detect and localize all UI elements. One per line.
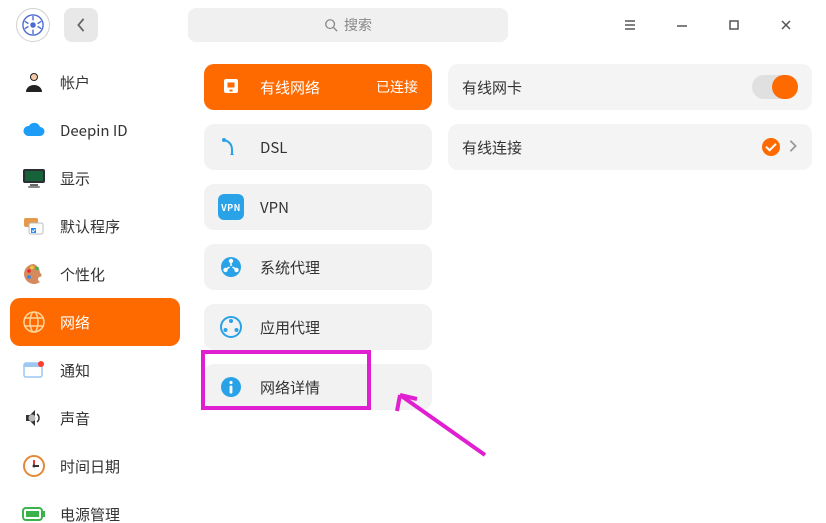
- connection-label: 有线连接: [462, 137, 522, 158]
- search-placeholder: 搜索: [344, 15, 372, 35]
- sidebar-item-label: 个性化: [60, 264, 105, 285]
- clock-icon: [20, 452, 48, 480]
- adapter-row: 有线网卡: [448, 64, 812, 110]
- chevron-right-icon: [788, 137, 798, 158]
- sidebar-item-sound[interactable]: 声音: [10, 394, 180, 442]
- category-panel: 有线网络 已连接 DSL VPN VPN 系统代理 应用代理 网络详情: [190, 50, 440, 523]
- vpn-icon: VPN: [218, 194, 244, 220]
- sidebar-item-power[interactable]: 电源管理: [10, 490, 180, 523]
- dsl-icon: [218, 134, 244, 160]
- category-label: DSL: [260, 137, 287, 158]
- app-logo-icon: [16, 8, 50, 42]
- close-button[interactable]: [774, 13, 798, 37]
- sidebar-item-label: 网络: [60, 312, 90, 333]
- category-dsl[interactable]: DSL: [204, 124, 432, 170]
- app-proxy-icon: [218, 314, 244, 340]
- user-icon: [20, 68, 48, 96]
- display-icon: [20, 164, 48, 192]
- main-content: 帐户 Deepin ID 显示 默认程序 个性化 网络 通知 声音: [0, 50, 826, 523]
- category-vpn[interactable]: VPN VPN: [204, 184, 432, 230]
- network-icon: [20, 308, 48, 336]
- maximize-button[interactable]: [722, 13, 746, 37]
- back-button[interactable]: [64, 8, 98, 42]
- sidebar-item-default-apps[interactable]: 默认程序: [10, 202, 180, 250]
- sidebar-item-label: 帐户: [60, 72, 90, 93]
- info-icon: [218, 374, 244, 400]
- adapter-label: 有线网卡: [462, 77, 522, 98]
- category-wired[interactable]: 有线网络 已连接: [204, 64, 432, 110]
- category-label: VPN: [260, 197, 289, 218]
- window-controls: [618, 13, 798, 37]
- sidebar-item-label: 电源管理: [60, 504, 120, 523]
- sidebar-item-network[interactable]: 网络: [10, 298, 180, 346]
- category-system-proxy[interactable]: 系统代理: [204, 244, 432, 290]
- title-bar: 搜索: [0, 0, 826, 50]
- sidebar-item-label: 声音: [60, 408, 90, 429]
- search-input[interactable]: 搜索: [188, 8, 508, 42]
- detail-panel: 有线网卡 有线连接: [440, 50, 826, 523]
- sidebar-item-label: 通知: [60, 360, 90, 381]
- toggle-knob: [772, 75, 798, 99]
- default-apps-icon: [20, 212, 48, 240]
- sidebar-item-label: Deepin ID: [60, 120, 128, 141]
- sidebar-item-account[interactable]: 帐户: [10, 58, 180, 106]
- category-app-proxy[interactable]: 应用代理: [204, 304, 432, 350]
- sidebar: 帐户 Deepin ID 显示 默认程序 个性化 网络 通知 声音: [0, 50, 190, 523]
- sidebar-item-label: 显示: [60, 168, 90, 189]
- category-status: 已连接: [376, 77, 418, 97]
- palette-icon: [20, 260, 48, 288]
- connection-row[interactable]: 有线连接: [448, 124, 812, 170]
- sidebar-item-deepinid[interactable]: Deepin ID: [10, 106, 180, 154]
- connected-check-icon: [762, 138, 780, 156]
- adapter-toggle[interactable]: [752, 75, 798, 99]
- category-network-details[interactable]: 网络详情: [204, 364, 432, 410]
- system-proxy-icon: [218, 254, 244, 280]
- menu-button[interactable]: [618, 13, 642, 37]
- search-container: 搜索: [98, 8, 598, 42]
- sidebar-item-label: 时间日期: [60, 456, 120, 477]
- search-icon: [324, 18, 338, 32]
- speaker-icon: [20, 404, 48, 432]
- notification-icon: [20, 356, 48, 384]
- sidebar-item-datetime[interactable]: 时间日期: [10, 442, 180, 490]
- wired-icon: [218, 74, 244, 100]
- category-label: 系统代理: [260, 257, 320, 278]
- battery-icon: [20, 500, 48, 523]
- sidebar-item-personalization[interactable]: 个性化: [10, 250, 180, 298]
- category-label: 有线网络: [260, 77, 320, 98]
- cloud-icon: [20, 116, 48, 144]
- minimize-button[interactable]: [670, 13, 694, 37]
- sidebar-item-label: 默认程序: [60, 216, 120, 237]
- sidebar-item-notifications[interactable]: 通知: [10, 346, 180, 394]
- category-label: 网络详情: [260, 377, 320, 398]
- category-label: 应用代理: [260, 317, 320, 338]
- sidebar-item-display[interactable]: 显示: [10, 154, 180, 202]
